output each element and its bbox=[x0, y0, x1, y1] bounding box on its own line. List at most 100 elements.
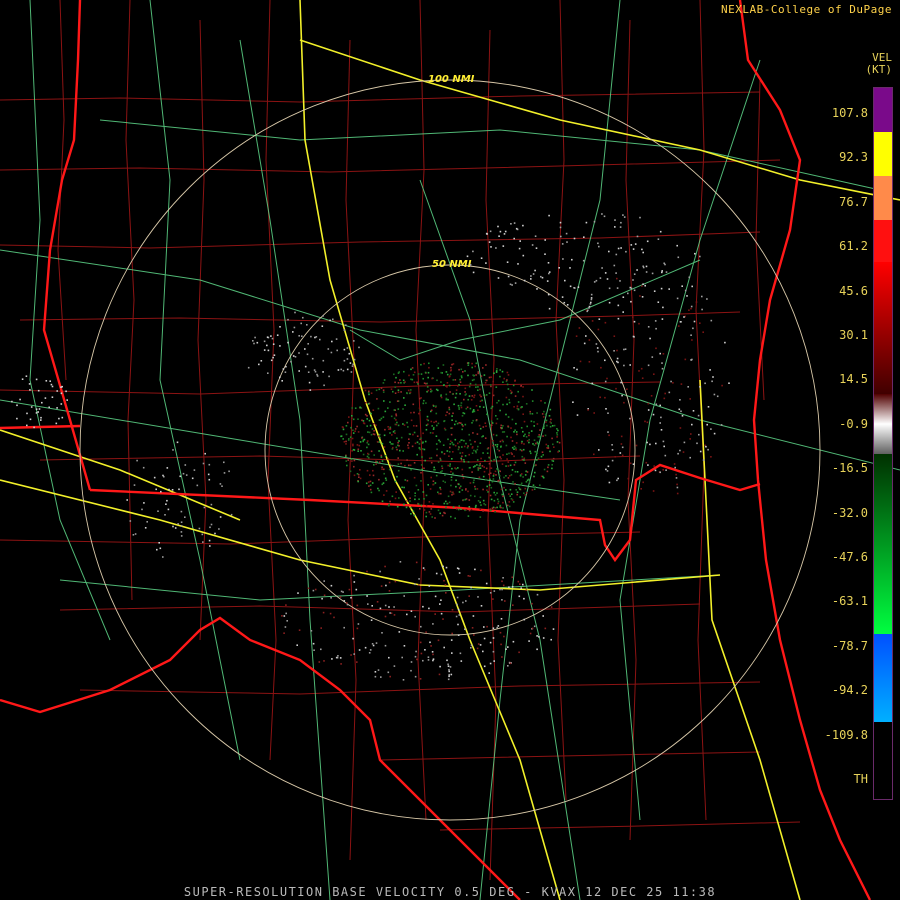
echo-pixel bbox=[442, 364, 445, 366]
echo-pixel bbox=[448, 412, 451, 415]
echo-pixel bbox=[545, 421, 547, 423]
echo-pixel bbox=[506, 371, 509, 374]
echo-pixel bbox=[348, 416, 350, 418]
echo-pixel bbox=[352, 363, 354, 366]
echo-pixel bbox=[498, 449, 501, 452]
echo-pixel bbox=[441, 514, 444, 517]
scale-seg-yellow bbox=[874, 132, 892, 176]
echo-pixel bbox=[473, 634, 475, 636]
echo-pixel bbox=[172, 449, 174, 451]
echo-pixel bbox=[601, 213, 603, 215]
echo-pixel bbox=[450, 433, 453, 436]
echo-pixel bbox=[642, 266, 645, 269]
echo-pixel bbox=[480, 605, 483, 607]
echo-pixel bbox=[680, 383, 683, 385]
echo-pixel bbox=[260, 360, 263, 362]
echo-pixel bbox=[520, 442, 523, 445]
echo-pixel bbox=[517, 580, 520, 583]
echo-pixel bbox=[348, 352, 351, 355]
echo-pixel bbox=[489, 472, 492, 474]
echo-pixel bbox=[452, 506, 455, 508]
echo-pixel bbox=[651, 356, 654, 358]
echo-pixel bbox=[429, 513, 432, 515]
echo-pixel bbox=[366, 469, 369, 472]
echo-pixel bbox=[419, 409, 421, 411]
echo-pixel bbox=[469, 407, 472, 410]
echo-pixel bbox=[136, 459, 138, 462]
echo-pixel bbox=[617, 477, 619, 480]
echo-pixel bbox=[461, 446, 463, 448]
echo-pixel bbox=[384, 428, 386, 431]
echo-pixel bbox=[470, 508, 473, 511]
echo-pixel bbox=[430, 508, 433, 510]
echo-pixel bbox=[329, 612, 332, 615]
echo-pixel bbox=[414, 675, 417, 678]
echo-pixel bbox=[691, 358, 693, 361]
echo-pixel bbox=[461, 423, 463, 426]
echo-pixel bbox=[623, 364, 625, 367]
echo-pixel bbox=[460, 422, 462, 424]
echo-pixel bbox=[533, 439, 536, 441]
echo-pixel bbox=[677, 452, 679, 455]
scale-seg-orange bbox=[874, 176, 892, 220]
echo-pixel bbox=[426, 418, 428, 421]
echo-pixel bbox=[509, 283, 512, 286]
echo-pixel bbox=[661, 318, 664, 320]
echo-pixel bbox=[468, 395, 471, 397]
echo-pixel bbox=[448, 455, 450, 457]
echo-pixel bbox=[423, 362, 425, 365]
echo-pixel bbox=[412, 510, 415, 513]
echo-pixel bbox=[545, 419, 548, 422]
echo-pixel bbox=[296, 644, 298, 646]
echo-pixel bbox=[607, 465, 610, 468]
echo-pixel bbox=[465, 442, 467, 445]
echo-pixel bbox=[510, 223, 512, 225]
echo-pixel bbox=[548, 271, 551, 273]
echo-pixel bbox=[388, 503, 390, 506]
echo-pixel bbox=[562, 258, 564, 260]
echo-pixel bbox=[402, 450, 404, 452]
echo-pixel bbox=[523, 420, 526, 423]
echo-pixel bbox=[371, 482, 374, 484]
echo-pixel bbox=[475, 419, 478, 421]
echo-pixel bbox=[611, 459, 614, 462]
echo-pixel bbox=[146, 521, 148, 523]
echo-pixel bbox=[557, 429, 559, 432]
echo-pixel bbox=[474, 383, 477, 386]
echo-pixel bbox=[617, 247, 620, 250]
echo-pixel bbox=[662, 353, 665, 355]
echo-pixel bbox=[362, 440, 364, 443]
echo-pixel bbox=[342, 591, 344, 593]
echo-pixel bbox=[536, 288, 538, 290]
echo-pixel bbox=[542, 416, 545, 418]
echo-pixel bbox=[482, 488, 484, 491]
echo-pixel bbox=[534, 486, 537, 488]
echo-pixel bbox=[394, 497, 397, 500]
echo-pixel bbox=[448, 670, 450, 673]
echo-pixel bbox=[471, 422, 473, 424]
echo-pixel bbox=[572, 401, 574, 403]
echo-pixel bbox=[483, 626, 485, 628]
echo-pixel bbox=[447, 438, 449, 441]
echo-pixel bbox=[633, 320, 636, 323]
echo-pixel bbox=[266, 336, 269, 338]
echo-pixel bbox=[409, 500, 411, 502]
echo-pixel bbox=[298, 370, 300, 372]
echo-pixel bbox=[511, 576, 514, 579]
echo-pixel bbox=[540, 275, 542, 278]
echo-pixel bbox=[353, 465, 355, 468]
echo-pixel bbox=[389, 428, 392, 430]
echo-pixel bbox=[366, 441, 368, 444]
echo-pixel bbox=[607, 431, 609, 433]
echo-pixel bbox=[403, 397, 405, 399]
echo-pixel bbox=[389, 500, 391, 503]
echo-pixel bbox=[25, 375, 28, 377]
range-ring-outer bbox=[79, 79, 821, 821]
echo-pixel bbox=[290, 360, 292, 363]
echo-pixel bbox=[392, 443, 394, 445]
echo-pixel bbox=[489, 230, 492, 233]
echo-pixel bbox=[321, 597, 323, 600]
echo-pixel bbox=[649, 443, 651, 446]
echo-pixel bbox=[519, 496, 521, 498]
echo-pixel bbox=[459, 381, 462, 383]
